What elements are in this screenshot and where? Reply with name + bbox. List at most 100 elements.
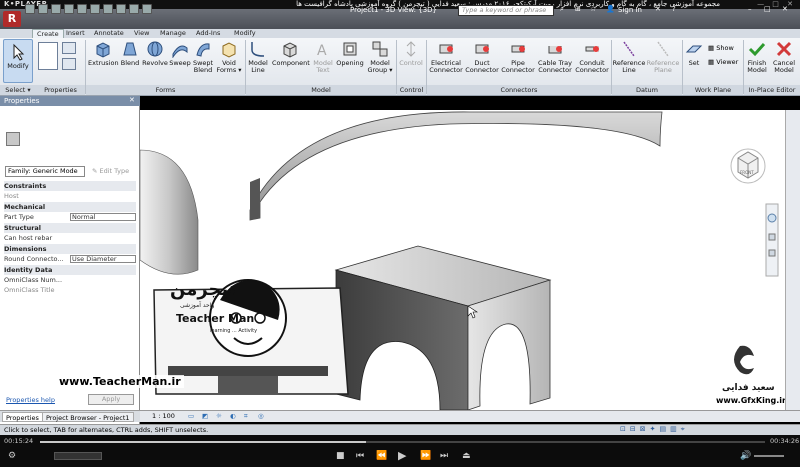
play-icon[interactable]: ▶ bbox=[398, 449, 406, 462]
group-structural[interactable]: Structural bbox=[4, 223, 136, 233]
close-hidden-icon[interactable] bbox=[142, 4, 152, 14]
section-icon[interactable] bbox=[129, 4, 139, 14]
redo-icon[interactable] bbox=[64, 4, 74, 14]
pipe-connector-button[interactable]: Pipe Connector bbox=[500, 40, 536, 74]
visual-style-icon[interactable]: ◩ bbox=[202, 411, 208, 422]
family-types-icon[interactable] bbox=[62, 42, 76, 54]
tab-modify[interactable]: Modify bbox=[230, 29, 260, 38]
cable-tray-connector-button[interactable]: Cable Tray Connector bbox=[536, 40, 574, 74]
group-constraints[interactable]: Constraints bbox=[4, 181, 136, 191]
3d-viewport[interactable]: FRONT تیچرمن واحد آموزشی Teacher Man lea… bbox=[139, 110, 785, 411]
tab-project-browser[interactable]: Project Browser - Project1 bbox=[42, 412, 134, 422]
properties-help-link[interactable]: Properties help bbox=[6, 396, 55, 404]
part-type-value[interactable]: Normal bbox=[70, 213, 136, 221]
detail-level-icon[interactable]: ▭ bbox=[188, 411, 194, 422]
panel-label-select[interactable]: Select ▾ bbox=[0, 85, 36, 95]
reference-plane-button[interactable]: Reference Plane bbox=[646, 40, 680, 74]
save-icon[interactable] bbox=[38, 4, 48, 14]
text-icon[interactable] bbox=[103, 4, 113, 14]
sweep-icon bbox=[172, 45, 188, 58]
print-icon[interactable] bbox=[77, 4, 87, 14]
close-icon[interactable]: ✕ bbox=[782, 5, 788, 13]
model-line-button[interactable]: Model Line bbox=[246, 40, 270, 74]
measure-icon[interactable] bbox=[90, 4, 100, 14]
type-preview-icon bbox=[6, 132, 20, 146]
volume-icon[interactable]: 🔊 bbox=[740, 451, 751, 461]
tab-create[interactable]: Create bbox=[32, 29, 64, 38]
tab-insert[interactable]: Insert bbox=[62, 29, 89, 38]
next-icon[interactable]: ⏭ bbox=[440, 451, 448, 461]
workplane-viewer-button[interactable]: ▦ Viewer bbox=[708, 58, 738, 66]
type-selector[interactable]: Family: Generic Mode bbox=[5, 166, 85, 177]
sweep-button[interactable]: Sweep bbox=[168, 40, 192, 67]
help-icon[interactable]: ? bbox=[672, 5, 676, 13]
properties-palette-icon[interactable] bbox=[38, 42, 58, 70]
sign-in-button[interactable]: Sign In bbox=[618, 6, 642, 14]
tab-properties[interactable]: Properties bbox=[2, 412, 43, 422]
previous-icon[interactable]: ⏮ bbox=[356, 451, 364, 461]
model-group-button[interactable]: Model Group ▾ bbox=[366, 40, 394, 74]
viewport-scrollbar[interactable] bbox=[785, 110, 800, 410]
show-workplane-button[interactable]: ▦ Show bbox=[708, 44, 734, 52]
open-icon[interactable] bbox=[25, 4, 35, 14]
extrusion-button[interactable]: Extrusion bbox=[88, 40, 119, 67]
app-menu-button[interactable]: R bbox=[3, 11, 21, 27]
tab-manage[interactable]: Manage bbox=[156, 29, 190, 38]
control-button[interactable]: Control bbox=[398, 40, 424, 67]
exchange-apps-icon[interactable]: ✕ bbox=[655, 5, 661, 13]
properties-close-icon[interactable]: ✕ bbox=[129, 96, 135, 104]
status-bar-tools[interactable]: ⊡⊟⊠✦▤▥⌖ bbox=[620, 425, 689, 434]
panel-label-properties: Properties bbox=[36, 85, 85, 95]
teacherman-url: www.TeacherMan.ir bbox=[56, 375, 184, 388]
undo-icon[interactable] bbox=[51, 4, 61, 14]
family-category-icon[interactable] bbox=[62, 58, 76, 70]
binoculars-icon[interactable]: ⌕ bbox=[560, 5, 564, 14]
stop-icon[interactable]: ■ bbox=[336, 451, 345, 461]
tab-annotate[interactable]: Annotate bbox=[90, 29, 128, 38]
shadows-icon[interactable]: ◐ bbox=[230, 411, 236, 422]
communication-icon[interactable]: ☆ bbox=[590, 5, 596, 13]
3d-view-icon[interactable] bbox=[116, 4, 126, 14]
tab-add-ins[interactable]: Add-Ins bbox=[192, 29, 224, 38]
modify-button[interactable]: Modify bbox=[3, 39, 33, 83]
open-file-icon[interactable]: ⏏ bbox=[462, 451, 471, 461]
subscription-icon[interactable]: ⊞ bbox=[575, 5, 581, 13]
view-scale[interactable]: 1 : 100 bbox=[152, 411, 175, 422]
model-text-icon: A bbox=[317, 43, 327, 58]
blend-button[interactable]: Blend bbox=[118, 40, 142, 67]
temporary-hide-icon[interactable]: ◎ bbox=[258, 411, 264, 422]
search-input[interactable]: Type a keyword or phrase bbox=[458, 5, 554, 16]
reference-line-button[interactable]: Reference Line bbox=[612, 40, 646, 74]
user-icon[interactable]: 👤 bbox=[606, 5, 615, 13]
apply-button[interactable]: Apply bbox=[88, 394, 134, 405]
fast-forward-icon[interactable]: ⏩ bbox=[420, 451, 431, 461]
conduit-connector-button[interactable]: Conduit Connector bbox=[574, 40, 610, 74]
tab-view[interactable]: View bbox=[130, 29, 153, 38]
void-forms-button[interactable]: Void Forms ▾ bbox=[216, 40, 242, 74]
edit-type-button[interactable]: ✎ Edit Type bbox=[92, 166, 136, 177]
finish-model-button[interactable]: Finish Model bbox=[744, 40, 770, 74]
model-text-button[interactable]: A Model Text bbox=[310, 40, 336, 74]
cancel-model-button[interactable]: Cancel Model bbox=[770, 40, 798, 74]
group-dimensions[interactable]: Dimensions bbox=[4, 244, 136, 254]
minimize-icon[interactable]: – bbox=[748, 5, 752, 13]
volume-slider[interactable] bbox=[754, 455, 784, 457]
group-identity-data[interactable]: Identity Data bbox=[4, 265, 136, 275]
duct-connector-button[interactable]: Duct Connector bbox=[464, 40, 500, 74]
group-mechanical[interactable]: Mechanical bbox=[4, 202, 136, 212]
rewind-icon[interactable]: ⏪ bbox=[376, 451, 387, 461]
maximize-icon[interactable]: □ bbox=[764, 5, 771, 13]
prop-round-connector: Round Connecto... Use Diameter bbox=[4, 254, 136, 264]
round-connector-value[interactable]: Use Diameter bbox=[70, 255, 136, 263]
swept-blend-button[interactable]: Swept Blend bbox=[192, 40, 214, 74]
electrical-connector-button[interactable]: Electrical Connector bbox=[428, 40, 464, 74]
player-mode-buttons[interactable] bbox=[54, 452, 102, 460]
set-workplane-button[interactable]: Set bbox=[684, 40, 704, 67]
settings-icon[interactable]: ⚙ bbox=[8, 451, 16, 461]
sun-path-icon[interactable]: ☼ bbox=[216, 411, 222, 422]
opening-button[interactable]: Opening bbox=[336, 40, 364, 67]
player-window-buttons[interactable]: — □ ✕ bbox=[757, 0, 796, 8]
crop-view-icon[interactable]: ⌗ bbox=[244, 411, 248, 422]
revolve-button[interactable]: Revolve bbox=[142, 40, 168, 67]
component-button[interactable]: Component bbox=[272, 40, 310, 67]
